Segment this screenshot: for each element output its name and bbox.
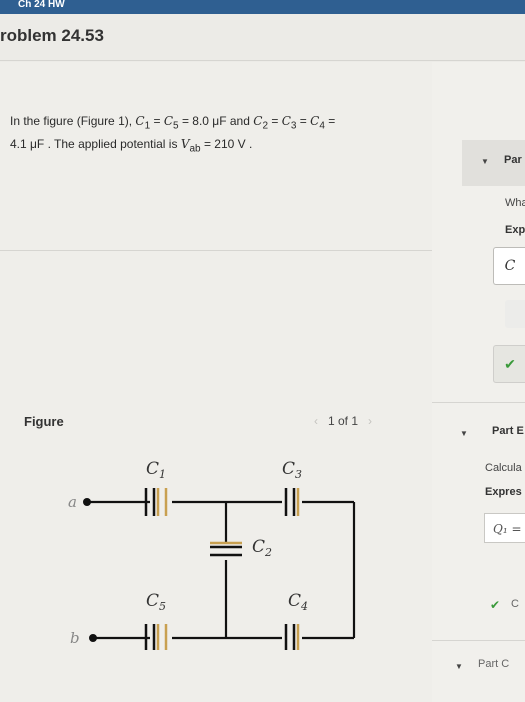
figure-heading: Figure	[24, 414, 64, 429]
figure-link[interactable]: Figure 1	[81, 114, 125, 128]
figure-page-count: 1 of 1	[328, 414, 359, 428]
divider	[0, 60, 525, 61]
figure-pager: ‹ 1 of 1 ›	[314, 414, 372, 428]
caret-down-icon[interactable]: ▼	[481, 157, 489, 166]
divider	[432, 402, 525, 403]
check-icon: ✔	[493, 345, 525, 383]
divider	[0, 250, 432, 251]
q1-answer-field[interactable]: Q₁ =	[484, 513, 525, 543]
next-figure-button[interactable]: ›	[368, 414, 372, 428]
screen: Ch 24 HW roblem 24.53 In the figure (Fig…	[0, 0, 525, 702]
part-b-express: Expres	[485, 486, 522, 498]
part-b-label[interactable]: Part E	[492, 425, 524, 437]
divider	[432, 640, 525, 641]
part-a-express: Expr	[505, 224, 525, 236]
part-b-question: Calcula	[485, 462, 522, 474]
course-title-bar: Ch 24 HW	[0, 0, 525, 14]
label-c1: C1	[146, 459, 166, 481]
submit-button[interactable]	[505, 300, 525, 328]
part-b-correct-label: C	[511, 598, 519, 610]
terminal-b	[89, 634, 97, 642]
part-a-label[interactable]: Par	[504, 154, 522, 166]
label-c5: C5	[146, 591, 166, 613]
problem-title: roblem 24.53	[0, 26, 104, 45]
caret-down-icon[interactable]: ▼	[460, 429, 468, 438]
label-c3: C3	[282, 459, 302, 481]
part-c-label[interactable]: Part C	[478, 658, 509, 670]
course-title: Ch 24 HW	[18, 0, 65, 10]
label-c2: C2	[252, 537, 272, 559]
answer-input[interactable]: C	[493, 247, 525, 285]
label-b: b	[70, 629, 80, 647]
part-a-question: Wha	[505, 197, 525, 209]
circuit-diagram: C1 C3 C2 C5 C4 a b	[68, 459, 356, 650]
label-a: a	[68, 493, 77, 511]
check-icon: ✔	[490, 598, 501, 612]
problem-statement: In the figure (Figure 1), C1 = C5 = 8.0 …	[10, 114, 336, 155]
label-c4: C4	[288, 591, 308, 613]
terminal-a	[83, 498, 91, 506]
caret-down-icon[interactable]: ▼	[455, 662, 463, 671]
prev-figure-button[interactable]: ‹	[314, 414, 318, 428]
